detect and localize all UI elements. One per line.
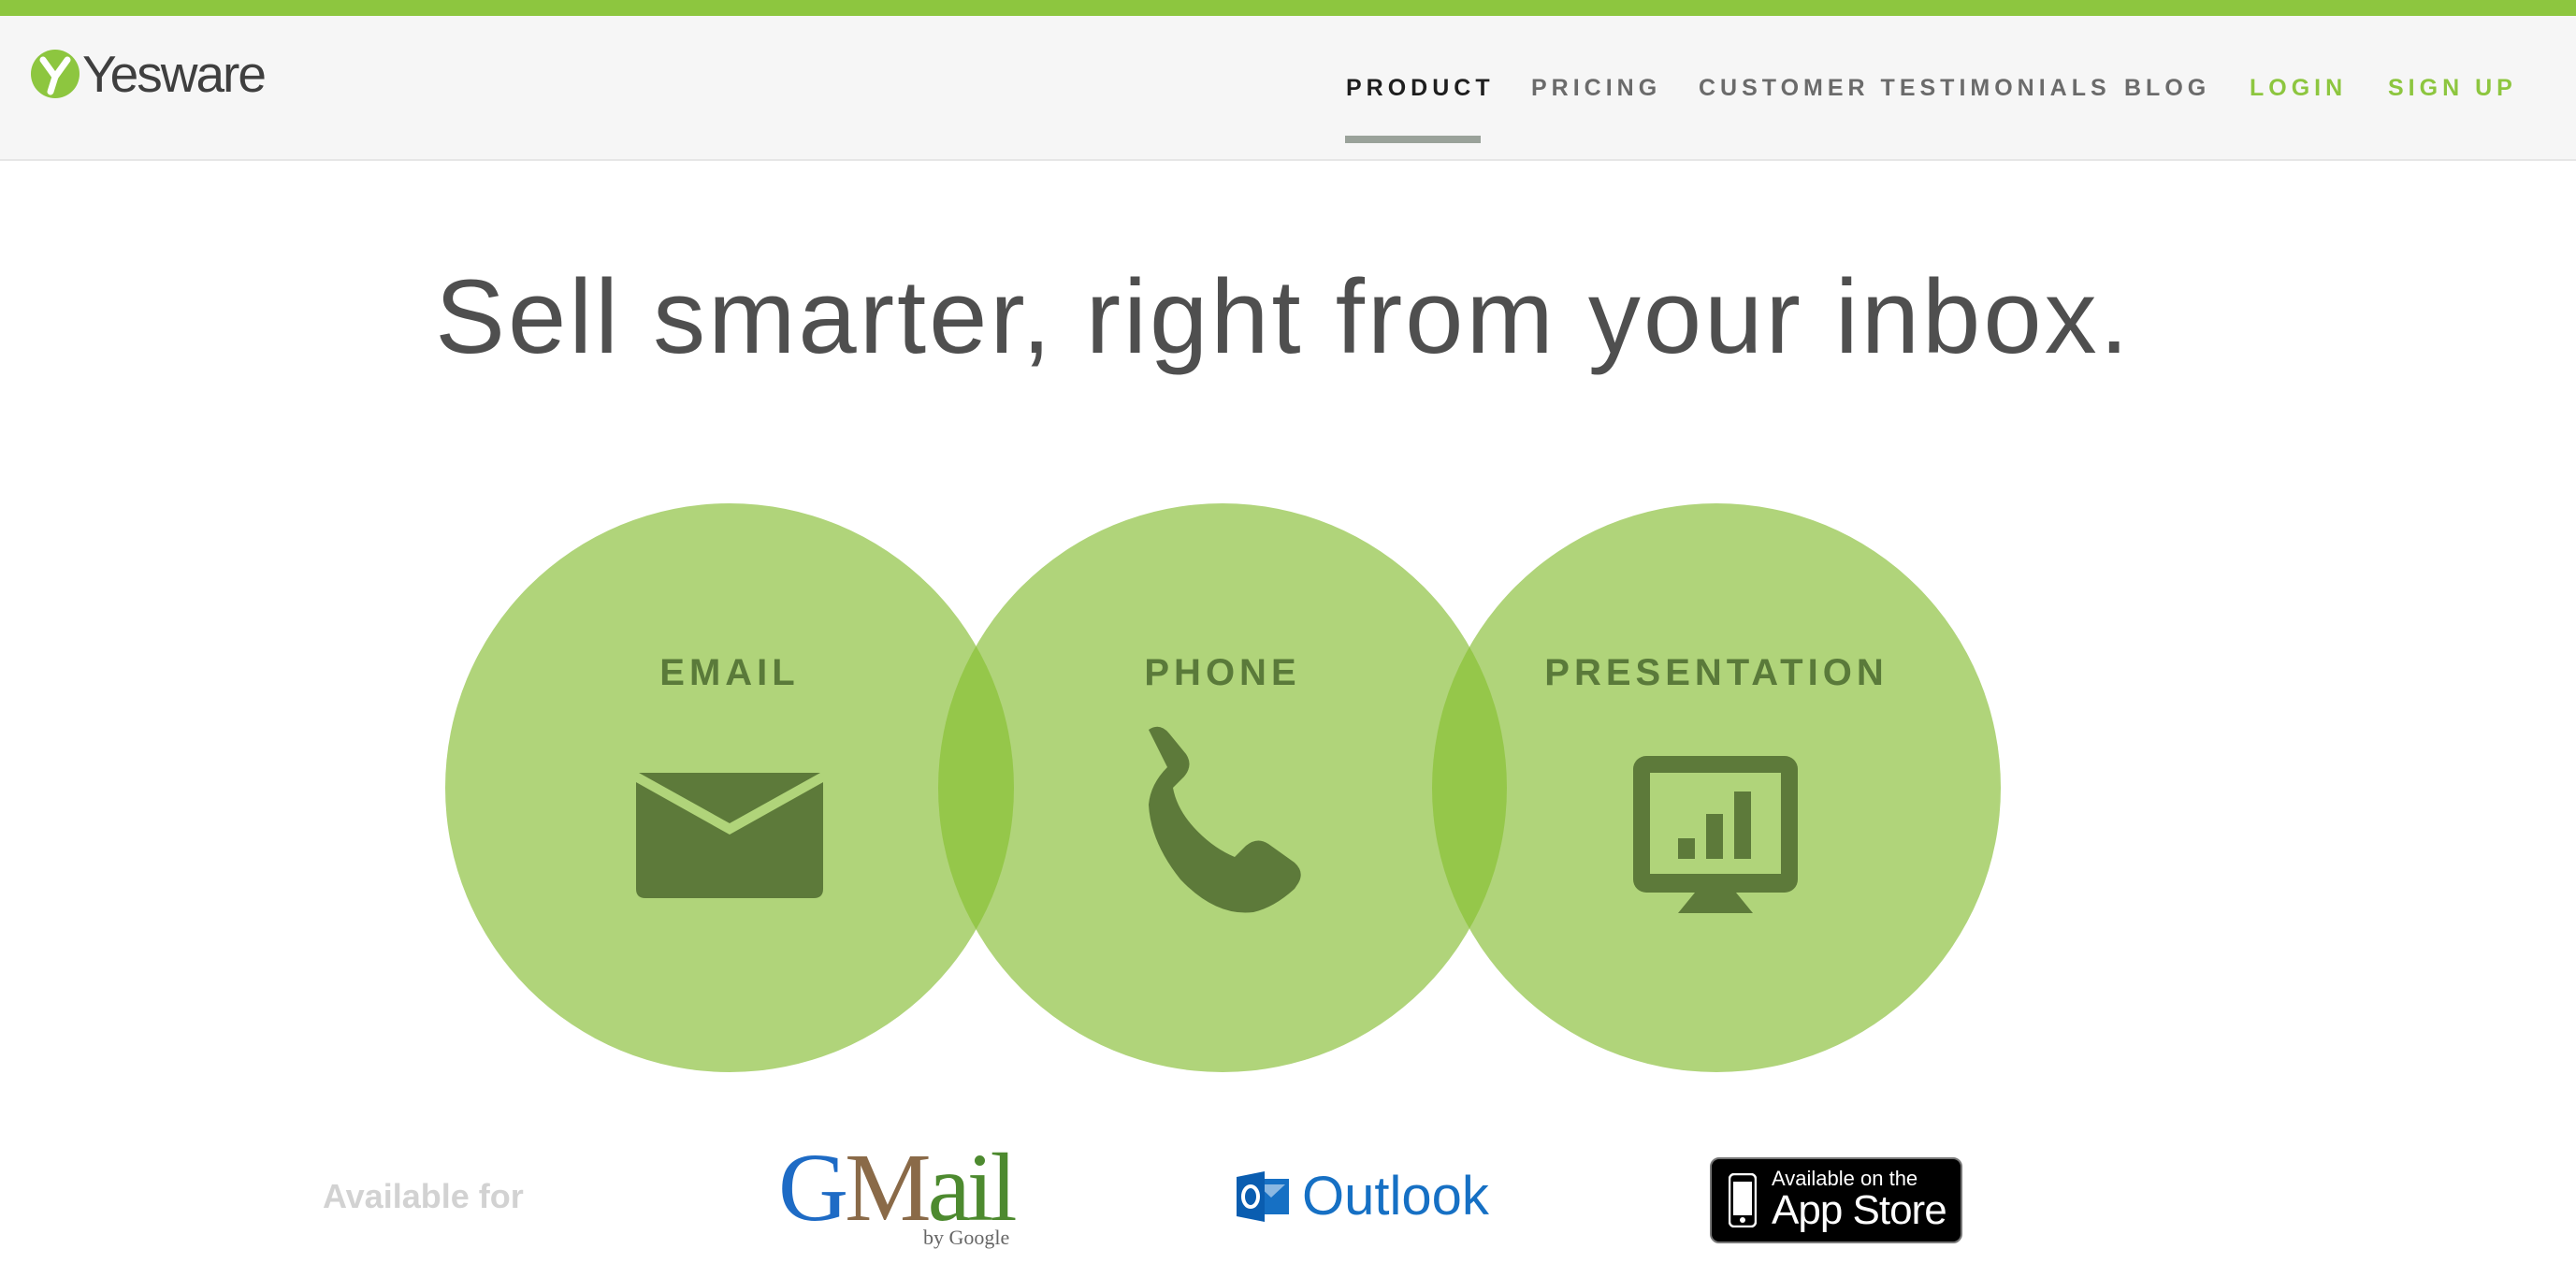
envelope-icon bbox=[632, 768, 827, 898]
available-for-label: Available for bbox=[323, 1177, 524, 1215]
app-store-small-text: Available on the bbox=[1772, 1166, 1918, 1190]
feature-circles bbox=[445, 503, 2001, 1072]
outlook-label: Outlook bbox=[1302, 1166, 1489, 1227]
gmail-byline: by Google bbox=[923, 1226, 1010, 1249]
iphone-icon bbox=[1729, 1173, 1757, 1227]
monitor-chart-icon bbox=[1633, 756, 1798, 913]
email-label: EMAIL bbox=[659, 652, 800, 693]
presentation-label: PRESENTATION bbox=[1544, 652, 1889, 693]
outlook-icon bbox=[1237, 1171, 1289, 1222]
gmail-wordmark: GMail bbox=[778, 1134, 1018, 1242]
app-store-badge[interactable]: Available on the App Store bbox=[1710, 1157, 1962, 1243]
gmail-logo[interactable]: GMail by Google bbox=[778, 1140, 1021, 1252]
app-store-big-text: App Store bbox=[1772, 1186, 1947, 1233]
app-store-text: Available on the App Store bbox=[1772, 1166, 1947, 1233]
outlook-logo[interactable]: Outlook bbox=[1237, 1169, 1489, 1224]
phone-circle[interactable] bbox=[938, 503, 1507, 1072]
page: Yesware PRODUCT PRICING CUSTOMER TESTIMO… bbox=[0, 0, 2576, 1278]
phone-label: PHONE bbox=[1144, 652, 1301, 693]
